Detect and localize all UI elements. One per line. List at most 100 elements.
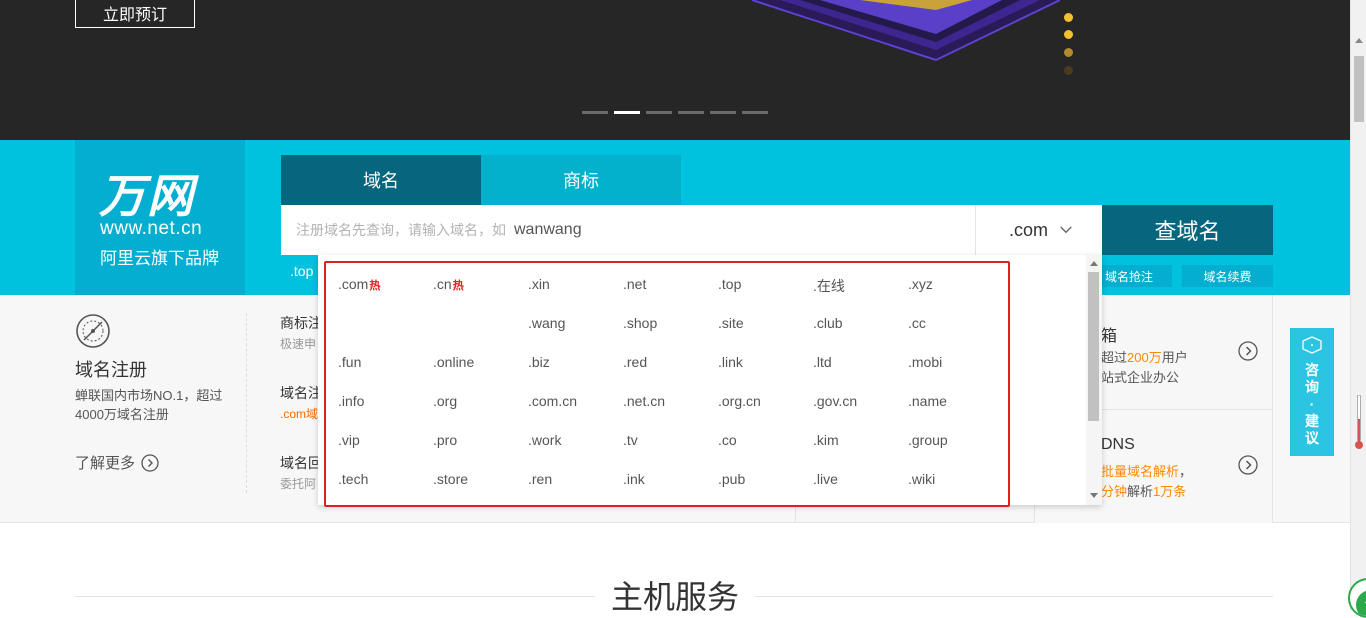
suffix-label: .top (718, 276, 742, 292)
consult-text: 咨询 · 建议 (1305, 362, 1319, 446)
dropdown-scrollbar[interactable] (1086, 255, 1102, 505)
feature-title[interactable]: 商标注 (280, 313, 322, 333)
suffix-label: .ltd (813, 354, 832, 370)
card-title[interactable]: 箱 (1101, 322, 1117, 346)
suffix-option[interactable]: .tv (623, 432, 638, 448)
search-domain-button[interactable]: 查域名 (1102, 205, 1273, 255)
suffix-option[interactable]: .wiki (908, 471, 935, 487)
card-description: 批量域名解析， 分钟解析1万条 (1101, 462, 1192, 502)
suffix-selected: .com (1009, 219, 1049, 240)
suffix-option[interactable]: .org.cn (718, 393, 761, 409)
card-title[interactable]: DNS (1101, 436, 1135, 454)
suffix-label: .net.cn (623, 393, 666, 409)
card-text: 用户 (1161, 350, 1188, 365)
suffix-label: .online (433, 354, 475, 370)
suffix-option[interactable]: .vip (338, 432, 360, 448)
suffix-option[interactable]: .info (338, 393, 364, 409)
suffix-option[interactable]: .link (718, 354, 743, 370)
scroll-down-icon[interactable] (1090, 493, 1098, 498)
arrow-circle-icon[interactable] (1238, 341, 1258, 361)
suffix-option[interactable]: .ink (623, 471, 645, 487)
suffix-option[interactable]: .ren (528, 471, 552, 487)
suffix-label: .name (908, 393, 947, 409)
suffix-option[interactable]: .com热 (338, 276, 380, 293)
suffix-option[interactable]: .mobi (908, 354, 942, 370)
scroll-up-icon[interactable] (1090, 261, 1098, 266)
suffix-label: .xin (528, 276, 550, 292)
logo-wordmark: 万网 (99, 169, 195, 223)
suffix-option[interactable]: .wang (528, 315, 565, 331)
suffix-label: .store (433, 471, 469, 487)
suffix-option[interactable]: .club (813, 315, 843, 331)
suffix-option[interactable]: .net (623, 276, 646, 292)
suffix-label: .club (813, 315, 843, 331)
consult-float-button[interactable]: 咨询 · 建议 (1290, 328, 1334, 456)
logo-tagline: 阿里云旗下品牌 (100, 249, 219, 268)
slide-indicator[interactable] (678, 111, 704, 114)
suffix-label: .link (718, 354, 743, 370)
chat-label: 设 (1356, 590, 1366, 616)
suffix-option[interactable]: .tech (338, 471, 368, 487)
slide-indicator[interactable] (582, 111, 608, 114)
suffix-option[interactable]: .pub (718, 471, 745, 487)
banner-graphic (751, 0, 1060, 61)
suffix-option[interactable]: .com.cn (528, 393, 577, 409)
suffix-option[interactable]: .gov.cn (813, 393, 857, 409)
suffix-option[interactable]: .site (718, 315, 744, 331)
scroll-thumb[interactable] (1088, 272, 1099, 421)
slide-indicator-active[interactable] (614, 111, 640, 114)
suffix-label: .org.cn (718, 393, 761, 409)
suffix-option[interactable]: .online (433, 354, 474, 370)
slide-indicator[interactable] (742, 111, 768, 114)
suffix-option[interactable]: .live (813, 471, 838, 487)
slide-indicator[interactable] (710, 111, 736, 114)
suffix-option[interactable]: .biz (528, 354, 550, 370)
suffix-option[interactable]: .ltd (813, 354, 832, 370)
arrow-circle-icon[interactable] (1238, 455, 1258, 475)
suffix-label: .kim (813, 432, 839, 448)
suffix-select[interactable]: .com (975, 205, 1102, 255)
hot-badge: 热 (452, 280, 464, 292)
suffix-option[interactable]: .kim (813, 432, 839, 448)
page-scrollbar[interactable] (1350, 0, 1366, 610)
slide-indicators (582, 111, 768, 114)
learn-more-link[interactable]: 了解更多 (75, 452, 159, 473)
suffix-option[interactable]: .red (623, 354, 647, 370)
brand-logo[interactable]: 万网 www.net.cn 阿里云旗下品牌 (75, 140, 245, 295)
hot-badge: 热 (369, 280, 381, 292)
slide-indicator[interactable] (646, 111, 672, 114)
card-highlight: 1万条 (1153, 484, 1187, 499)
suffix-option[interactable]: .xyz (908, 276, 933, 292)
quick-link-top[interactable]: .top (290, 263, 313, 279)
suffix-option[interactable]: .co (718, 432, 737, 448)
feature-title[interactable]: 域名回 (280, 453, 322, 473)
suffix-label: .net (623, 276, 647, 292)
tab-trademark[interactable]: 商标 (481, 155, 681, 205)
suffix-option[interactable]: .fun (338, 354, 361, 370)
domain-renew-button[interactable]: 域名续费 (1182, 265, 1273, 287)
feature-title[interactable]: 域名注 (280, 383, 322, 403)
reserve-button[interactable]: 立即预订 (75, 0, 195, 28)
scroll-thumb[interactable] (1354, 56, 1364, 122)
feature-subtitle: 极速申 (280, 337, 317, 351)
suffix-option[interactable]: .shop (623, 315, 657, 331)
suffix-option[interactable]: .cn热 (433, 276, 464, 293)
suffix-option[interactable]: .store (433, 471, 468, 487)
suffix-option[interactable]: .net.cn (623, 393, 665, 409)
suffix-option[interactable]: .pro (433, 432, 457, 448)
hero-banner: 立即预订 (0, 0, 1350, 140)
suffix-option[interactable]: .name (908, 393, 947, 409)
suffix-option[interactable]: .org (433, 393, 457, 409)
suffix-option[interactable]: .cc (908, 315, 926, 331)
suffix-option[interactable]: .work (528, 432, 561, 448)
suffix-option[interactable]: .xin (528, 276, 550, 292)
scroll-up-icon[interactable] (1355, 38, 1363, 43)
suffix-option[interactable]: .group (908, 432, 948, 448)
suffix-option[interactable]: .在线 (813, 276, 845, 296)
service-description: 蝉联国内市场NO.1，超过4000万域名注册 (75, 388, 223, 422)
suffix-label: .tech (338, 471, 369, 487)
tab-domain[interactable]: 域名 (281, 155, 481, 205)
domain-search-input[interactable]: 注册域名先查询，请输入域名，如 wanwang (281, 205, 975, 255)
card-highlight: 分钟 (1101, 484, 1128, 499)
suffix-option[interactable]: .top (718, 276, 741, 292)
